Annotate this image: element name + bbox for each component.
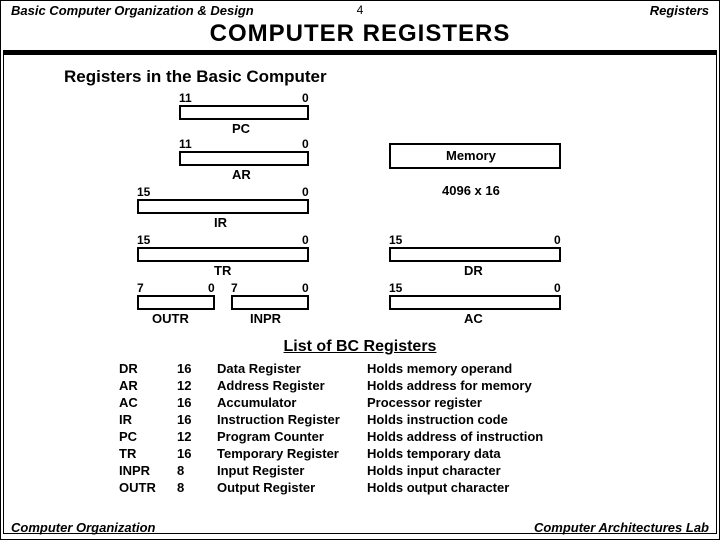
reg-ar-name: AR	[232, 167, 251, 182]
reg-pc	[179, 105, 309, 120]
page-title: COMPUTER REGISTERS	[1, 20, 719, 48]
reg-ar-lo: 0	[302, 137, 309, 151]
list-cell-sym: INPR	[119, 463, 177, 478]
reg-ac	[389, 295, 561, 310]
list-cell-sym: OUTR	[119, 480, 177, 495]
list-cell-bits: 12	[177, 378, 217, 393]
list-cell-sym: DR	[119, 361, 177, 376]
header: Basic Computer Organization & Design 4 R…	[1, 1, 719, 18]
list-cell-name: Input Register	[217, 463, 367, 478]
reg-ac-name: AC	[464, 311, 483, 326]
page-number: 4	[357, 3, 364, 17]
section-heading: Registers in the Basic Computer	[64, 67, 327, 87]
reg-tr-name: TR	[214, 263, 231, 278]
list-cell-sym: AR	[119, 378, 177, 393]
reg-ac-lo: 0	[554, 281, 561, 295]
footer: Computer Organization Computer Architect…	[11, 520, 709, 535]
list-cell-name: Data Register	[217, 361, 367, 376]
reg-tr	[137, 247, 309, 262]
list-cell-name: Accumulator	[217, 395, 367, 410]
list-cell-desc: Holds address for memory	[367, 378, 587, 393]
reg-ar	[179, 151, 309, 166]
reg-outr	[137, 295, 215, 310]
register-list: DR16Data RegisterHolds memory operandAR1…	[119, 361, 587, 495]
reg-inpr	[231, 295, 309, 310]
reg-inpr-lo: 0	[302, 281, 309, 295]
list-cell-name: Program Counter	[217, 429, 367, 444]
reg-ir-lo: 0	[302, 185, 309, 199]
list-cell-sym: PC	[119, 429, 177, 444]
reg-inpr-hi: 7	[231, 281, 238, 295]
memory-size: 4096 x 16	[442, 183, 500, 198]
footer-right: Computer Architectures Lab	[534, 520, 709, 535]
reg-outr-lo: 0	[208, 281, 215, 295]
list-cell-desc: Holds input character	[367, 463, 587, 478]
reg-dr-name: DR	[464, 263, 483, 278]
reg-pc-name: PC	[232, 121, 250, 136]
list-cell-bits: 16	[177, 395, 217, 410]
reg-ir	[137, 199, 309, 214]
list-cell-bits: 8	[177, 480, 217, 495]
list-cell-bits: 16	[177, 412, 217, 427]
list-cell-sym: IR	[119, 412, 177, 427]
reg-inpr-name: INPR	[250, 311, 281, 326]
list-cell-desc: Holds output character	[367, 480, 587, 495]
reg-outr-name: OUTR	[152, 311, 189, 326]
reg-dr	[389, 247, 561, 262]
list-cell-name: Instruction Register	[217, 412, 367, 427]
list-cell-bits: 12	[177, 429, 217, 444]
reg-tr-lo: 0	[302, 233, 309, 247]
reg-dr-hi: 15	[389, 233, 402, 247]
list-cell-desc: Holds instruction code	[367, 412, 587, 427]
reg-tr-hi: 15	[137, 233, 150, 247]
reg-ir-hi: 15	[137, 185, 150, 199]
reg-ac-hi: 15	[389, 281, 402, 295]
list-cell-name: Output Register	[217, 480, 367, 495]
list-cell-sym: AC	[119, 395, 177, 410]
reg-pc-lo: 0	[302, 91, 309, 105]
reg-ir-name: IR	[214, 215, 227, 230]
footer-left: Computer Organization	[11, 520, 155, 535]
reg-pc-hi: 11	[179, 91, 192, 105]
list-cell-name: Temporary Register	[217, 446, 367, 461]
list-title: List of BC Registers	[4, 338, 716, 356]
list-cell-desc: Holds temporary data	[367, 446, 587, 461]
content-frame: Registers in the Basic Computer 11 0 PC …	[3, 54, 717, 534]
list-cell-name: Address Register	[217, 378, 367, 393]
list-cell-bits: 8	[177, 463, 217, 478]
list-cell-desc: Processor register	[367, 395, 587, 410]
list-cell-desc: Holds address of instruction	[367, 429, 587, 444]
reg-ar-hi: 11	[179, 137, 192, 151]
memory-label: Memory	[446, 148, 496, 163]
header-left: Basic Computer Organization & Design	[11, 3, 254, 18]
reg-outr-hi: 7	[137, 281, 144, 295]
list-cell-sym: TR	[119, 446, 177, 461]
list-cell-bits: 16	[177, 446, 217, 461]
list-cell-desc: Holds memory operand	[367, 361, 587, 376]
reg-dr-lo: 0	[554, 233, 561, 247]
list-cell-bits: 16	[177, 361, 217, 376]
header-right: Registers	[650, 3, 709, 18]
